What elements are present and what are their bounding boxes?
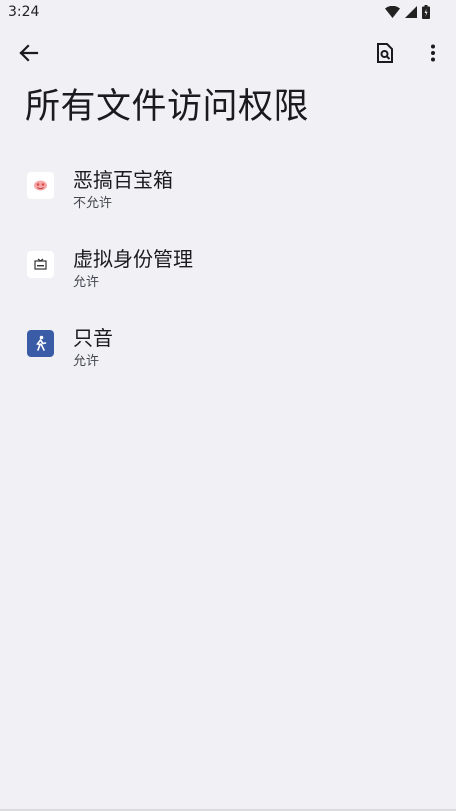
list-item-app-2[interactable]: 只音 允许 — [0, 308, 456, 387]
app-permission-status: 不允许 — [73, 196, 113, 211]
list-item-app-0[interactable]: 恶搞百宝箱 不允许 — [0, 150, 456, 229]
app-permission-status: 允许 — [73, 354, 100, 369]
more-vert-icon — [431, 44, 435, 62]
status-time: 3:24 — [8, 4, 40, 20]
search-file-icon — [377, 43, 393, 63]
app-name: 恶搞百宝箱 — [73, 168, 173, 192]
cellular-signal-icon — [405, 6, 417, 18]
app-permission-status: 允许 — [73, 275, 100, 290]
app-name: 只音 — [73, 326, 113, 350]
more-options-button[interactable] — [418, 38, 448, 68]
virtual-identity-app-icon — [27, 251, 54, 278]
zhiyin-app-icon — [27, 330, 54, 357]
status-icons — [385, 5, 430, 19]
app-list: 恶搞百宝箱 不允许 虚拟身份管理 允许 只音 允许 — [0, 150, 456, 387]
top-app-bar — [0, 30, 456, 76]
prank-toolbox-app-icon — [27, 172, 54, 199]
wifi-icon — [385, 6, 400, 18]
back-button[interactable] — [14, 38, 44, 68]
arrow-back-icon — [19, 44, 39, 62]
app-name: 虚拟身份管理 — [73, 247, 193, 271]
page-title: 所有文件访问权限 — [25, 87, 310, 127]
battery-icon — [422, 5, 430, 19]
list-item-app-1[interactable]: 虚拟身份管理 允许 — [0, 229, 456, 308]
status-bar: 3:24 — [0, 0, 456, 24]
search-button[interactable] — [370, 38, 400, 68]
